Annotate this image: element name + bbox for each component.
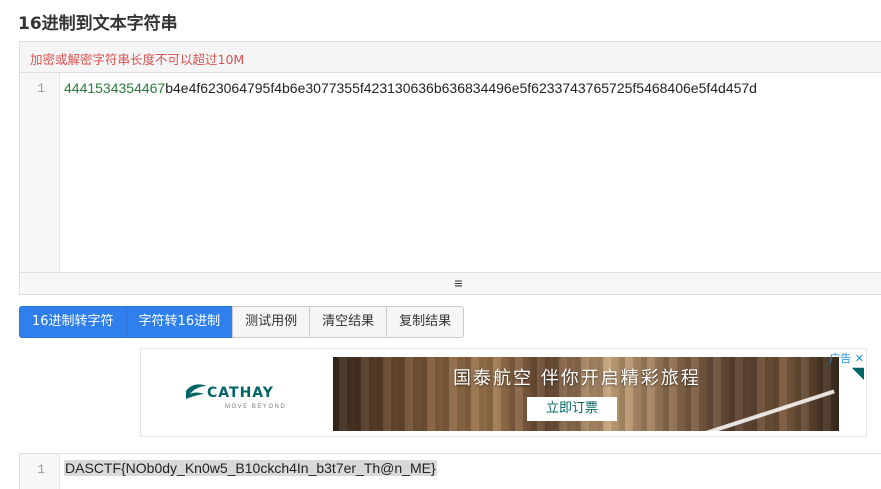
result-text[interactable]: DASCTF{NOb0dy_Kn0w5_B10ckch4In_b3t7er_Th… — [64, 460, 437, 476]
advertisement[interactable]: CATHAY MOVE BEYOND 国泰航空 伴你开启精彩旅程 立即订票 广告… — [140, 348, 867, 437]
resize-handle[interactable]: ≡ — [20, 273, 881, 294]
clear-result-button[interactable]: 清空结果 — [309, 306, 388, 338]
test-case-button[interactable]: 测试用例 — [232, 306, 311, 338]
cathay-logo-subtext: MOVE BEYOND — [225, 404, 287, 410]
ad-book-now-button[interactable]: 立即订票 — [527, 397, 617, 421]
ad-headline: 国泰航空 伴你开启精彩旅程 — [453, 368, 701, 389]
input-text-rest: b4e4f623064795f4b6e3077355f423130636b636… — [165, 80, 757, 96]
resize-handle-icon: ≡ — [454, 275, 463, 291]
cathay-logo-text: CATHAY — [207, 385, 274, 401]
action-buttons: 16进制转字符 字符转16进制 测试用例 清空结果 复制结果 — [19, 306, 465, 338]
length-hint: 加密或解密字符串长度不可以超过10M — [20, 42, 881, 73]
text-to-hex-button[interactable]: 字符转16进制 — [125, 306, 234, 338]
copy-result-button[interactable]: 复制结果 — [386, 306, 465, 338]
input-editor[interactable]: 加密或解密字符串长度不可以超过10M 1 4441534354467b4e4f6… — [19, 41, 881, 295]
ad-label-text: 广告 — [829, 352, 852, 365]
result-line-number: 1 — [37, 462, 45, 477]
cathay-brushwing-icon — [186, 384, 207, 399]
hex-to-text-button[interactable]: 16进制转字符 — [19, 306, 127, 338]
line-gutter: 1 — [20, 73, 60, 272]
result-line-gutter: 1 — [20, 454, 60, 489]
airplane-wing-graphic — [681, 389, 839, 431]
input-text-numeric: 4441534354467 — [64, 80, 166, 96]
input-text[interactable]: 4441534354467b4e4f623064795f4b6e3077355f… — [64, 80, 757, 96]
line-number: 1 — [37, 81, 45, 96]
cathay-logo: CATHAY MOVE BEYOND — [185, 376, 305, 416]
page-title: 16进制到文本字符串 — [18, 14, 178, 34]
input-code-area[interactable]: 1 4441534354467b4e4f623064795f4b6e307735… — [20, 73, 881, 273]
result-editor[interactable]: 1 DASCTF{NOb0dy_Kn0w5_B10ckch4In_b3t7er_… — [19, 453, 881, 489]
ad-choices-icon[interactable]: ◥ — [852, 363, 864, 383]
ad-banner-image[interactable]: 国泰航空 伴你开启精彩旅程 立即订票 — [333, 357, 839, 431]
